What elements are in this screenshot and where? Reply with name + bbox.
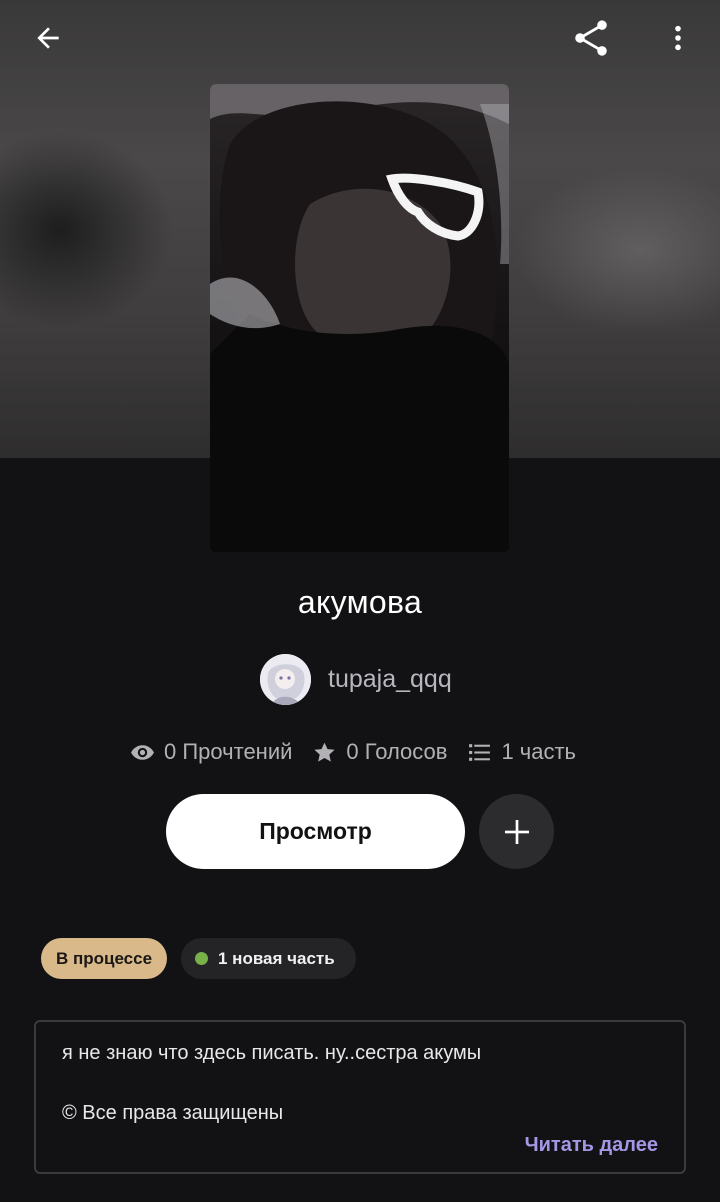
star-icon — [314, 742, 336, 762]
arrow-left-icon — [37, 27, 59, 49]
share-icon — [575, 20, 607, 56]
author-name: tupaja_qqq — [328, 664, 452, 693]
copyright-text: © Все права защищены — [62, 1102, 284, 1124]
cover-image — [210, 84, 509, 552]
author-avatar — [260, 653, 311, 705]
share-button[interactable] — [563, 10, 619, 66]
description-text: я не знаю что здесь писать. ну..сестра а… — [62, 1042, 482, 1064]
story-stats: 0 Прочтений 0 Голосов 1 часть — [130, 734, 576, 770]
parts-count: 1 часть — [501, 739, 577, 764]
more-options-button[interactable] — [650, 10, 706, 66]
new-part-badge[interactable]: 1 новая часть — [181, 938, 356, 979]
new-indicator-dot — [195, 952, 208, 965]
book-title: акумова — [297, 584, 423, 620]
top-app-bar — [0, 0, 720, 76]
more-vertical-icon — [675, 25, 681, 51]
author-link[interactable]: tupaja_qqq — [260, 653, 452, 705]
read-more-link[interactable]: Читать далее — [525, 1134, 658, 1157]
status-badge[interactable]: В процессе — [41, 938, 167, 979]
reads-count: 0 Прочтений — [164, 739, 293, 764]
reads-stat: 0 Прочтений — [130, 739, 292, 765]
book-cover[interactable] — [210, 84, 509, 552]
description-box[interactable]: я не знаю что здесь писать. ну..сестра а… — [34, 1020, 686, 1174]
plus-icon — [504, 819, 529, 844]
list-icon — [469, 743, 491, 761]
eye-icon — [131, 744, 154, 760]
parts-stat: 1 часть — [467, 739, 576, 765]
back-button[interactable] — [20, 10, 76, 66]
votes-count: 0 Голосов — [346, 739, 448, 764]
add-to-library-button[interactable] — [479, 794, 554, 869]
new-part-label: 1 новая часть — [218, 948, 335, 968]
view-button[interactable]: Просмотр — [166, 794, 465, 869]
votes-stat: 0 Голосов — [312, 739, 447, 765]
